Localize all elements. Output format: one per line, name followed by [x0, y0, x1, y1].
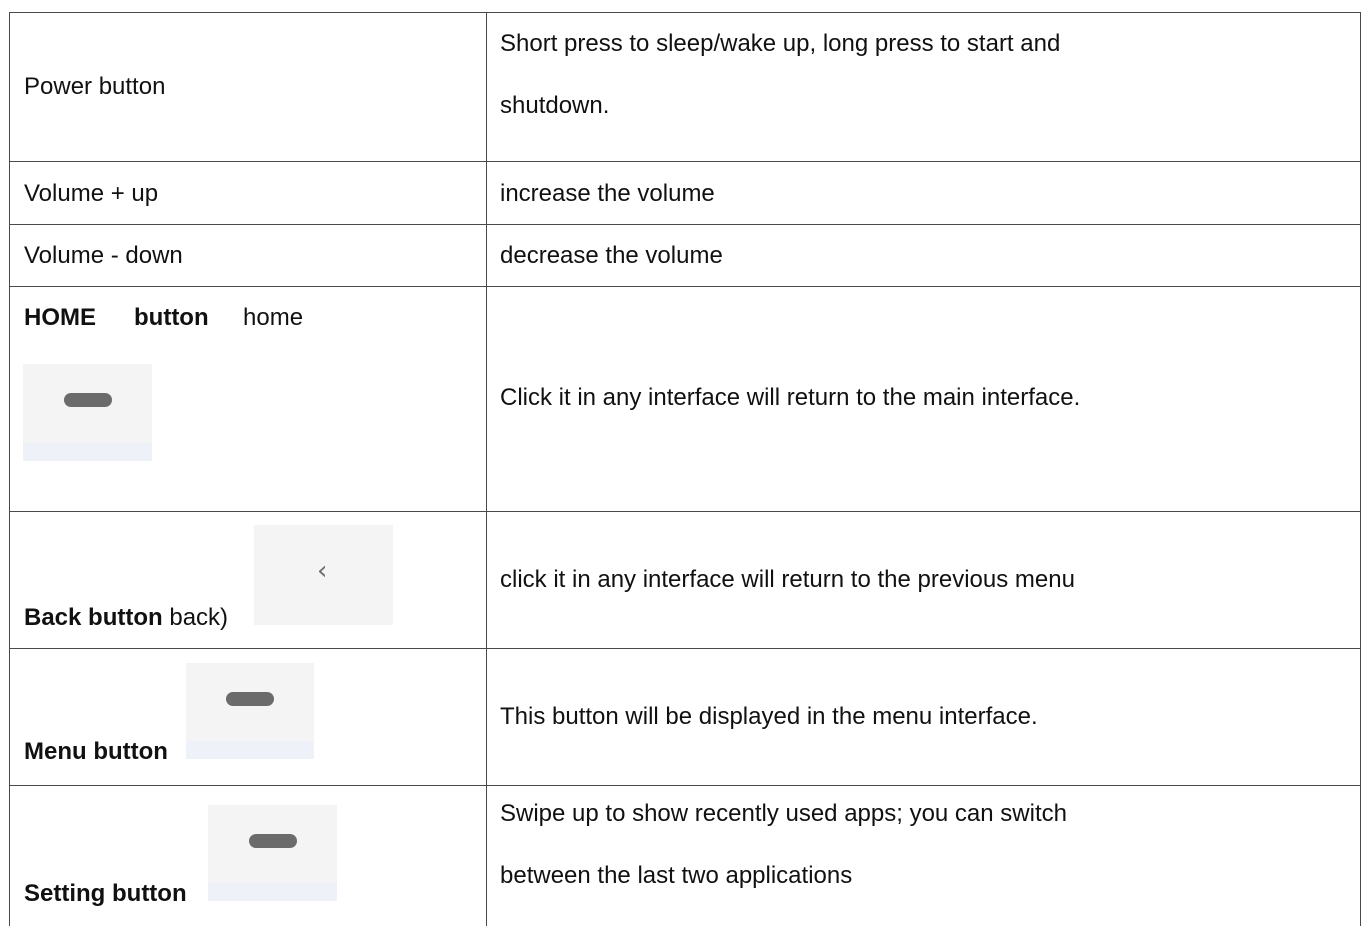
button-function-table: [0, 0, 1361, 926]
row-divider: [9, 785, 1361, 786]
row-divider: [9, 648, 1361, 649]
chevron-glyph: ‹: [317, 556, 328, 586]
pill-shape: [249, 834, 297, 848]
pill-shape: [226, 692, 274, 706]
setting-button-label: Setting button: [24, 880, 187, 907]
menu-button-label: Menu button: [24, 738, 168, 765]
home-button-label-extra: home: [243, 304, 304, 331]
row-divider: [9, 224, 1361, 225]
chevron-left-icon: ‹: [254, 525, 393, 625]
menu-pill-icon: [186, 663, 314, 759]
table-border-left: [9, 12, 10, 926]
table-border-top: [9, 12, 1361, 13]
home-button-label-bold: HOME: [24, 304, 96, 331]
pill-shape: [64, 393, 112, 407]
back-button-label: Back button back): [24, 606, 228, 630]
volume-up-label: Volume + up: [24, 180, 159, 207]
icon-tile-strip: [208, 883, 337, 901]
setting-button-desc-line-1: Swipe up to show recently used apps; you…: [500, 800, 1067, 827]
setting-pill-icon: [208, 805, 337, 901]
row-divider: [9, 286, 1361, 287]
power-button-desc-line-1: Short press to sleep/wake up, long press…: [500, 30, 1061, 57]
home-pill-icon: [23, 364, 152, 461]
volume-down-label: Volume - down: [24, 242, 183, 269]
icon-tile-strip: [186, 741, 314, 759]
row-divider: [9, 161, 1361, 162]
home-button-desc: Click it in any interface will return to…: [500, 384, 1081, 411]
volume-up-desc: increase the volume: [500, 180, 715, 207]
back-button-desc: click it in any interface will return to…: [500, 566, 1075, 593]
power-button-desc-line-2: shutdown.: [500, 92, 610, 119]
row-divider: [9, 511, 1361, 512]
setting-button-desc-line-2: between the last two applications: [500, 862, 853, 889]
back-button-label-bold: Back button: [24, 604, 163, 631]
column-divider: [486, 12, 487, 926]
menu-button-desc: This button will be displayed in the men…: [500, 703, 1038, 730]
volume-down-desc: decrease the volume: [500, 242, 723, 269]
home-button-label-bold-2: button: [134, 304, 209, 331]
back-button-label-extra: back): [169, 604, 229, 631]
icon-tile-strip: [23, 443, 152, 461]
power-button-label: Power button: [24, 73, 166, 100]
